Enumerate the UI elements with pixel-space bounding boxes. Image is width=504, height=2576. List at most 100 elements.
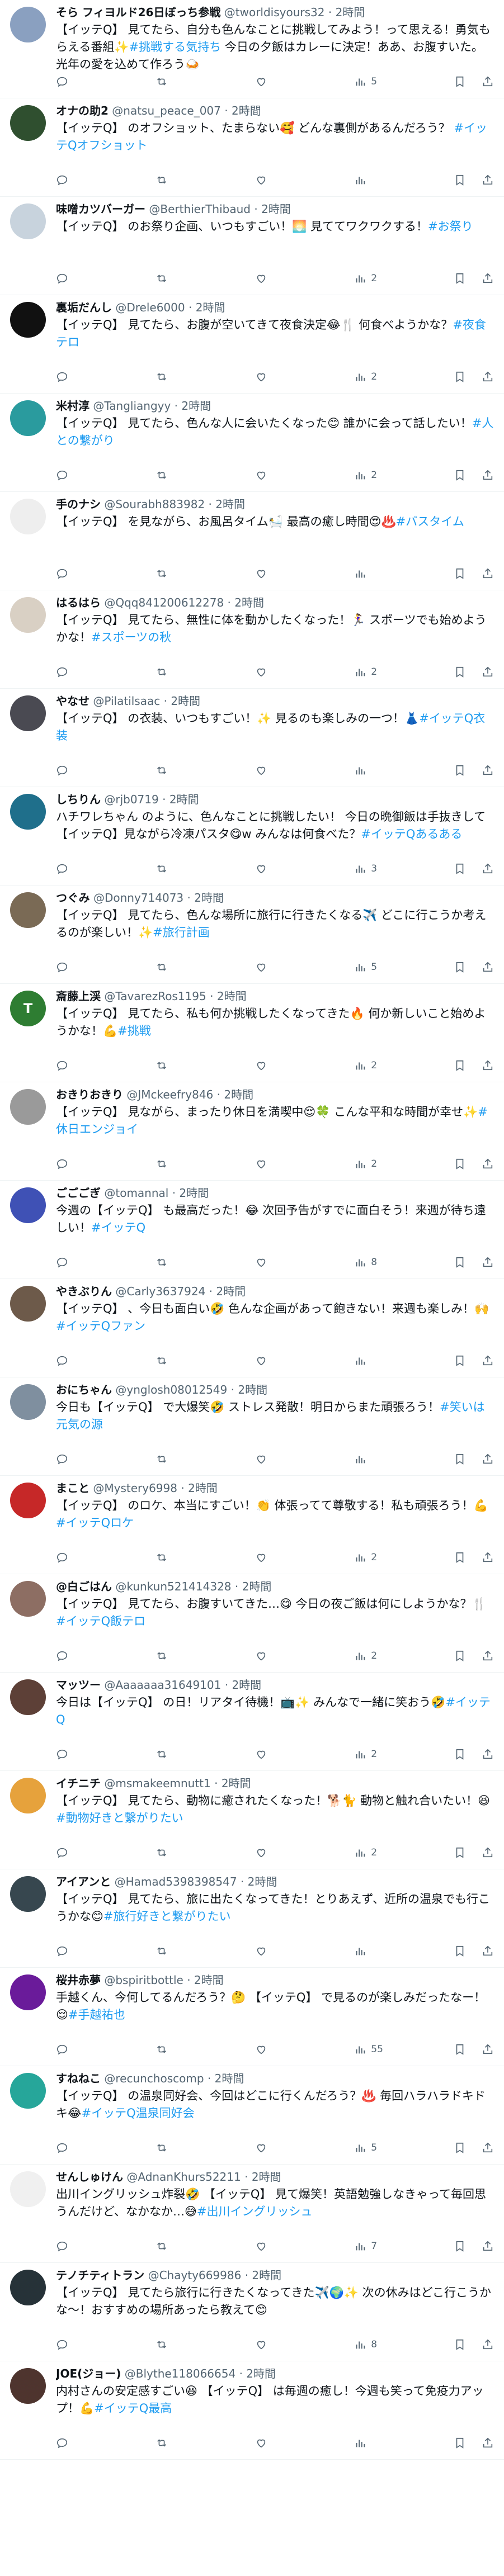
tweet-time[interactable]: 2時間 [234, 596, 264, 609]
avatar[interactable] [10, 1974, 46, 2010]
tweet-time[interactable]: 2時間 [224, 1088, 253, 1101]
user-handle[interactable]: @AdnanKhurs52211 [126, 2170, 241, 2184]
retweet-button[interactable] [156, 2142, 239, 2154]
user-name[interactable]: せんしゅけん [56, 2170, 123, 2184]
tweet[interactable]: おにちゃん @ynglosh08012549 · 2時間 今日も【イッテQ】 で… [0, 1377, 504, 1476]
hashtag-link[interactable]: #イッテQあるある [361, 827, 462, 841]
tweet-time[interactable]: 2時間 [216, 1285, 246, 1298]
share-icon[interactable] [482, 1355, 494, 1367]
avatar[interactable] [10, 2270, 46, 2305]
user-name[interactable]: テノチティトラン [56, 2269, 144, 2282]
reply-button[interactable] [56, 1846, 140, 1859]
retweet-button[interactable] [156, 567, 239, 580]
user-name[interactable]: 裏垢だんし [56, 301, 112, 314]
retweet-button[interactable] [156, 863, 239, 875]
views-button[interactable]: 2 [354, 666, 438, 678]
tweet[interactable]: イチニチ @msmakeemnutt1 · 2時間 【イッテQ】 見てたら、動物… [0, 1771, 504, 1869]
share-icon[interactable] [482, 1650, 494, 1662]
tweet[interactable]: 味噌カツバーガー @BerthierThibaud · 2時間 【イッテQ】 の… [0, 197, 504, 295]
share-icon[interactable] [482, 1945, 494, 1957]
like-button[interactable] [255, 272, 339, 285]
avatar[interactable] [10, 2171, 46, 2207]
reply-button[interactable] [56, 1158, 140, 1170]
share-icon[interactable] [482, 666, 494, 678]
user-handle[interactable]: @Mystery6998 [93, 1481, 177, 1495]
user-name[interactable]: まこと [56, 1481, 90, 1495]
user-name[interactable]: @白ごはん [56, 1580, 112, 1593]
reply-button[interactable] [56, 2338, 140, 2351]
avatar[interactable] [10, 597, 46, 633]
like-button[interactable] [255, 764, 339, 776]
user-name[interactable]: やきぶりん [56, 1285, 112, 1298]
reply-button[interactable] [56, 371, 140, 383]
user-handle[interactable]: @Tangliangyy [93, 399, 171, 413]
user-handle[interactable]: @TavarezRos1195 [104, 989, 206, 1003]
bookmark-icon[interactable] [454, 1158, 466, 1170]
reply-button[interactable] [56, 1945, 140, 1957]
retweet-button[interactable] [156, 469, 239, 481]
hashtag-link[interactable]: #イッテQ温泉同好会 [82, 2106, 195, 2120]
tweet-time[interactable]: 2時間 [215, 2072, 244, 2085]
bookmark-icon[interactable] [454, 75, 466, 88]
views-button[interactable] [354, 2437, 438, 2449]
share-icon[interactable] [482, 1059, 494, 1072]
tweet[interactable]: テノチティトラン @Chayty669986 · 2時間 【イッテQ】 見てたら… [0, 2263, 504, 2361]
tweet[interactable]: しちりん @rjb0719 · 2時間 ハチワレちゃん のように、色んなことに挑… [0, 787, 504, 886]
tweet[interactable]: オナの助2 @natsu_peace_007 · 2時間 【イッテQ】 のオフシ… [0, 98, 504, 197]
bookmark-icon[interactable] [454, 1256, 466, 1268]
reply-button[interactable] [56, 961, 140, 973]
tweet-time[interactable]: 2時間 [171, 694, 200, 708]
tweet[interactable]: やなせ @Pilatilsaac · 2時間 【イッテQ】 の衣装、いつもすごい… [0, 689, 504, 787]
like-button[interactable] [255, 961, 339, 973]
user-name[interactable]: そら フィヨルド26日ぼっち参戦 [56, 6, 220, 19]
share-icon[interactable] [482, 1158, 494, 1170]
bookmark-icon[interactable] [454, 2043, 466, 2056]
share-icon[interactable] [482, 2437, 494, 2449]
tweet[interactable]: JOE(ジョー) @Blythe118066654 · 2時間 内村さんの安定感… [0, 2361, 504, 2460]
hashtag-link[interactable]: #手越祐也 [68, 2008, 125, 2021]
bookmark-icon[interactable] [454, 961, 466, 973]
retweet-button[interactable] [156, 961, 239, 973]
user-handle[interactable]: @msmakeemnutt1 [104, 1777, 210, 1790]
like-button[interactable] [255, 1945, 339, 1957]
like-button[interactable] [255, 75, 339, 88]
user-name[interactable]: アイアンと [56, 1875, 111, 1888]
views-button[interactable]: 5 [354, 961, 438, 973]
retweet-button[interactable] [156, 1846, 239, 1859]
avatar[interactable]: T [10, 991, 46, 1026]
tweet[interactable]: せんしゅけん @AdnanKhurs52211 · 2時間 出川イングリッシュ炸… [0, 2165, 504, 2263]
reply-button[interactable] [56, 2437, 140, 2449]
reply-button[interactable] [56, 1551, 140, 1564]
bookmark-icon[interactable] [454, 2240, 466, 2252]
reply-button[interactable] [56, 666, 140, 678]
views-button[interactable]: 2 [354, 371, 438, 383]
bookmark-icon[interactable] [454, 1453, 466, 1465]
share-icon[interactable] [482, 2043, 494, 2056]
reply-button[interactable] [56, 2043, 140, 2056]
avatar[interactable] [10, 203, 46, 239]
views-button[interactable] [354, 174, 438, 186]
share-icon[interactable] [482, 2338, 494, 2351]
tweet-time[interactable]: 2時間 [238, 1383, 267, 1396]
reply-button[interactable] [56, 469, 140, 481]
share-icon[interactable] [482, 1551, 494, 1564]
like-button[interactable] [255, 2437, 339, 2449]
user-name[interactable]: 米村淳 [56, 399, 90, 413]
retweet-button[interactable] [156, 75, 239, 88]
reply-button[interactable] [56, 75, 140, 88]
share-icon[interactable] [482, 567, 494, 580]
hashtag-link[interactable]: #イッテQロケ [56, 1516, 134, 1530]
user-name[interactable]: おきりおきり [56, 1088, 123, 1101]
reply-button[interactable] [56, 1650, 140, 1662]
share-icon[interactable] [482, 272, 494, 285]
tweet-time[interactable]: 2時間 [181, 399, 211, 413]
reply-button[interactable] [56, 764, 140, 776]
avatar[interactable] [10, 892, 46, 928]
share-icon[interactable] [482, 2142, 494, 2154]
share-icon[interactable] [482, 1453, 494, 1465]
tweet-time[interactable]: 2時間 [179, 1186, 209, 1200]
avatar[interactable] [10, 1778, 46, 1813]
bookmark-icon[interactable] [454, 2142, 466, 2154]
avatar[interactable] [10, 1384, 46, 1420]
user-handle[interactable]: @JMckeefry846 [126, 1088, 213, 1101]
